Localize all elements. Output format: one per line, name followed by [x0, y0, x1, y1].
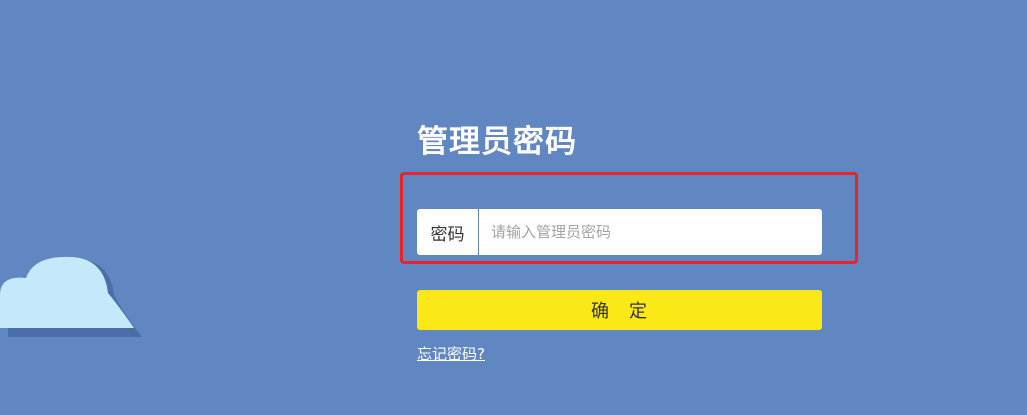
- password-input[interactable]: [479, 209, 822, 255]
- password-field: 密码: [417, 209, 822, 255]
- page-title: 管理员密码: [417, 124, 577, 160]
- confirm-button[interactable]: 确 定: [417, 290, 822, 330]
- cloud-icon: [0, 256, 142, 337]
- forgot-password-link[interactable]: 忘记密码?: [417, 343, 485, 364]
- password-label: 密码: [417, 209, 479, 255]
